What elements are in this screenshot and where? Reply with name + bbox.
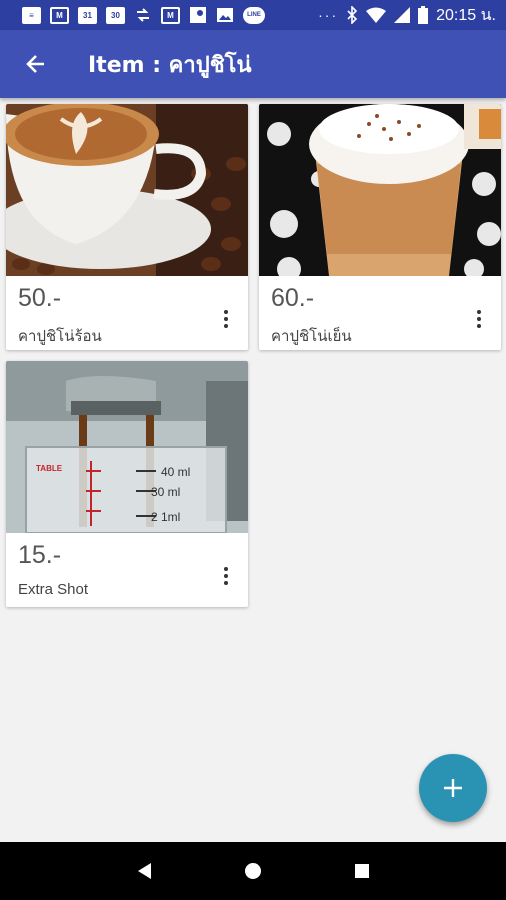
- add-item-button[interactable]: [419, 754, 487, 822]
- item-card[interactable]: 50.- คาปูชิโน่ร้อน: [6, 104, 248, 350]
- signal-icon: [394, 7, 411, 23]
- gmail-icon: M: [50, 6, 69, 24]
- item-card[interactable]: 60.- คาปูชิโน่เย็น: [259, 104, 501, 350]
- calendar-30-icon: 30: [106, 6, 125, 24]
- svg-text:40 ml: 40 ml: [161, 465, 190, 479]
- message-icon: ≡: [22, 6, 41, 24]
- svg-text:TABLE: TABLE: [36, 464, 63, 473]
- more-options-button[interactable]: [465, 304, 493, 334]
- page-title: Item : คาปูชิโน่: [88, 52, 252, 78]
- item-name: Extra Shot: [18, 581, 89, 598]
- hot-cappuccino-photo: [6, 104, 248, 276]
- gmail-icon: M: [161, 6, 180, 24]
- plus-icon: [444, 779, 462, 797]
- line-icon: LINE: [243, 6, 265, 24]
- iced-cappuccino-photo: [259, 104, 501, 276]
- svg-text:2 1ml: 2 1ml: [151, 510, 180, 524]
- navigation-bar: [0, 842, 506, 900]
- item-name: คาปูชิโน่เย็น: [271, 328, 352, 345]
- item-name: คาปูชิโน่ร้อน: [18, 328, 102, 345]
- item-price: 60.-: [271, 284, 315, 312]
- item-card[interactable]: 40 ml 30 ml 2 1ml TABLE 15.- Extra Shot: [6, 361, 248, 607]
- bluetooth-icon: [347, 6, 358, 24]
- status-bar: ≡ M 31 30 M LINE ··· 20:15 น.: [0, 0, 506, 30]
- wifi-icon: [366, 7, 387, 23]
- maps-icon: [190, 7, 206, 23]
- app-bar: Item : คาปูชิโน่: [0, 30, 506, 98]
- arrow-back-icon: [26, 55, 44, 73]
- home-circle-icon[interactable]: [243, 861, 263, 881]
- back-triangle-icon[interactable]: [135, 861, 153, 881]
- svg-text:30 ml: 30 ml: [151, 485, 180, 499]
- item-price: 15.-: [18, 541, 62, 569]
- back-button[interactable]: [0, 30, 72, 98]
- item-price: 50.-: [18, 284, 62, 312]
- overflow-indicator: ···: [318, 7, 339, 23]
- battery-icon: [418, 6, 429, 24]
- more-options-button[interactable]: [212, 561, 240, 591]
- calendar-31-icon: 31: [78, 6, 97, 24]
- recents-square-icon[interactable]: [353, 862, 371, 880]
- espresso-shot-photo: 40 ml 30 ml 2 1ml TABLE: [6, 361, 248, 533]
- sync-icon: [137, 8, 149, 22]
- more-options-button[interactable]: [212, 304, 240, 334]
- status-time: 20:15 น.: [436, 6, 496, 24]
- image-icon: [217, 8, 233, 22]
